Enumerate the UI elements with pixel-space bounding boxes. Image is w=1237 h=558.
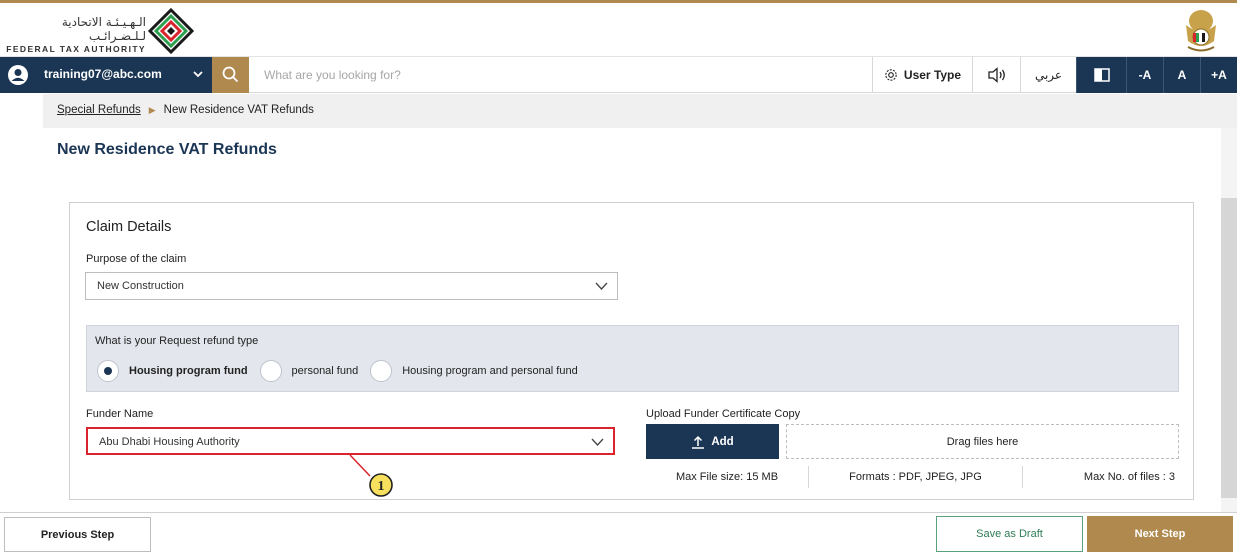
previous-step-button[interactable]: Previous Step bbox=[4, 517, 151, 552]
radio-housing-program-fund[interactable] bbox=[97, 360, 119, 382]
site-header: الـهـيـئـة الاتحادية لـلـضـرائـب FEDERAL… bbox=[0, 3, 1237, 57]
chevron-down-icon[interactable] bbox=[192, 68, 204, 80]
language-toggle[interactable]: عربي bbox=[1020, 57, 1076, 93]
purpose-value: New Construction bbox=[97, 280, 184, 292]
radio-housing-and-personal-fund[interactable] bbox=[370, 360, 393, 382]
file-formats-text: Formats : PDF, JPEG, JPG bbox=[808, 466, 1023, 488]
breadcrumb: Special Refunds ▶ New Residence VAT Refu… bbox=[57, 104, 314, 116]
scrollbar-thumb[interactable] bbox=[1221, 198, 1237, 498]
claim-details-title: Claim Details bbox=[86, 219, 172, 235]
next-step-button[interactable]: Next Step bbox=[1087, 516, 1233, 552]
user-email: training07@abc.com bbox=[44, 67, 162, 81]
search-button[interactable] bbox=[212, 57, 249, 93]
add-button-label: Add bbox=[711, 435, 734, 448]
page: الـهـيـئـة الاتحادية لـلـضـرائـب FEDERAL… bbox=[0, 0, 1237, 558]
logo-english-text: FEDERAL TAX AUTHORITY bbox=[6, 44, 146, 54]
radio-label-personal-fund[interactable]: personal fund bbox=[292, 365, 359, 377]
speaker-icon bbox=[987, 67, 1005, 83]
add-file-button[interactable]: Add bbox=[646, 424, 779, 459]
funder-name-value: Abu Dhabi Housing Authority bbox=[99, 436, 240, 448]
breadcrumb-current: New Residence VAT Refunds bbox=[163, 104, 314, 116]
refund-type-radio-group: Housing program fund personal fund Housi… bbox=[97, 360, 590, 382]
user-menu[interactable]: training07@abc.com bbox=[0, 57, 212, 93]
purpose-select[interactable]: New Construction bbox=[85, 272, 618, 300]
font-decrease-button[interactable]: -A bbox=[1126, 57, 1163, 93]
contrast-icon bbox=[1093, 68, 1110, 82]
search-input[interactable] bbox=[256, 61, 856, 89]
breadcrumb-separator-icon: ▶ bbox=[148, 104, 156, 115]
chevron-down-icon bbox=[595, 282, 608, 290]
gear-icon bbox=[885, 69, 897, 81]
radio-selected-dot bbox=[104, 367, 112, 375]
fta-logo[interactable] bbox=[148, 8, 194, 54]
speaker-button[interactable] bbox=[972, 57, 1020, 93]
breadcrumb-link-special-refunds[interactable]: Special Refunds bbox=[57, 104, 141, 116]
radio-personal-fund[interactable] bbox=[259, 360, 282, 382]
user-type-button[interactable]: User Type bbox=[872, 57, 972, 93]
callout-annotation: 1 bbox=[349, 454, 393, 497]
save-as-draft-button[interactable]: Save as Draft bbox=[936, 516, 1083, 552]
top-navbar: training07@abc.com User Type bbox=[0, 57, 1237, 93]
refund-type-question: What is your Request refund type bbox=[95, 335, 259, 347]
user-type-label: User Type bbox=[903, 68, 962, 82]
contrast-button[interactable] bbox=[1076, 57, 1126, 93]
upload-certificate-label: Upload Funder Certificate Copy bbox=[646, 408, 801, 420]
uae-emblem bbox=[1186, 10, 1216, 52]
file-dropzone[interactable]: Drag files here bbox=[786, 424, 1179, 459]
fta-logo-text: الـهـيـئـة الاتحادية لـلـضـرائـب FEDERAL… bbox=[6, 15, 146, 55]
logo-arabic-text: الـهـيـئـة الاتحادية لـلـضـرائـب bbox=[61, 15, 146, 43]
font-increase-button[interactable]: +A bbox=[1200, 57, 1237, 93]
upload-icon bbox=[692, 435, 705, 449]
purpose-label: Purpose of the claim bbox=[86, 253, 187, 265]
page-title: New Residence VAT Refunds bbox=[57, 141, 277, 158]
search-icon bbox=[222, 66, 239, 83]
user-avatar-icon bbox=[8, 65, 28, 85]
max-files-text: Max No. of files : 3 bbox=[1083, 471, 1175, 483]
callout-number: 1 bbox=[378, 479, 385, 494]
breadcrumb-bar: Special Refunds ▶ New Residence VAT Refu… bbox=[43, 94, 1237, 128]
radio-label-housing-and-personal-fund[interactable]: Housing program and personal fund bbox=[402, 365, 578, 377]
font-normal-button[interactable]: A bbox=[1163, 57, 1200, 93]
max-file-size-text: Max File size: 15 MB bbox=[675, 471, 779, 483]
funder-name-label: Funder Name bbox=[86, 408, 154, 420]
radio-label-housing-program-fund[interactable]: Housing program fund bbox=[129, 365, 248, 377]
chevron-down-icon bbox=[591, 438, 604, 446]
refund-type-panel: What is your Request refund type Housing… bbox=[86, 325, 1179, 392]
